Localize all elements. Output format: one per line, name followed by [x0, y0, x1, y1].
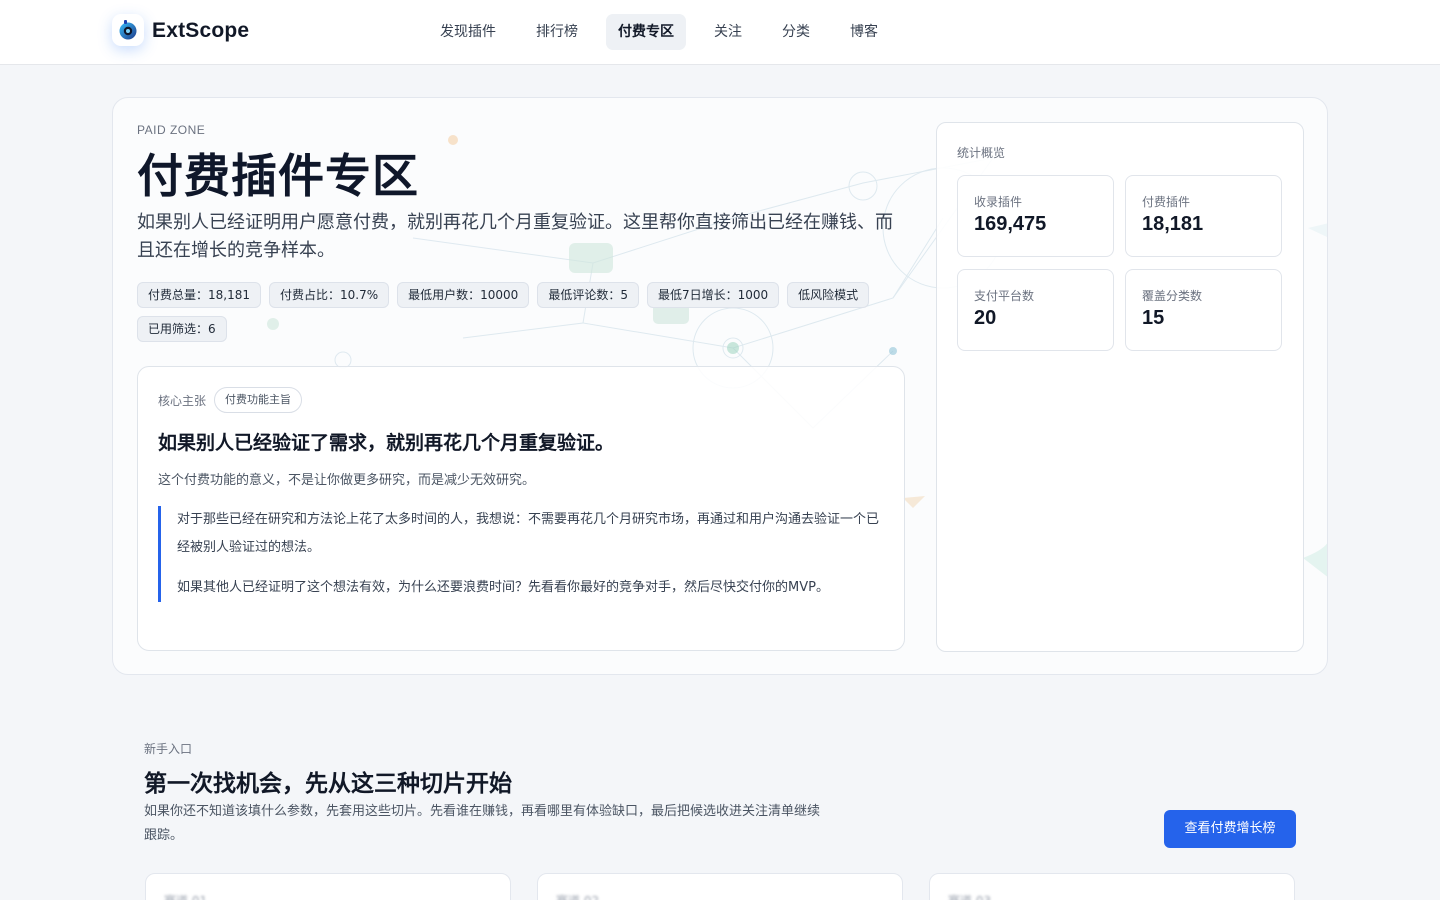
section-title: 第一次找机会，先从这三种切片开始	[144, 771, 512, 797]
thesis-title: 如果别人已经验证了需求，就别再花几个月重复验证。	[158, 432, 615, 454]
section-description: 如果你还不知道该填什么参数，先套用这些切片。先看谁在赚钱，再看哪里有体验缺口，最…	[144, 804, 821, 843]
chip-paid-ratio[interactable]: 付费占比：10.7%	[269, 282, 390, 308]
nav-item-categories[interactable]: 分类	[770, 14, 822, 50]
stat-value: 20	[974, 307, 997, 329]
nav-item-rankings[interactable]: 排行榜	[524, 14, 590, 50]
stats-title: 统计概览	[957, 146, 1006, 160]
view-paid-growth-ranking-button[interactable]: 查看付费增长榜	[1164, 810, 1296, 848]
quote-paragraph: 如果其他人已经证明了这个想法有效，为什么还要浪费时间？先看看你最好的竞争对手，然…	[177, 580, 829, 595]
stat-label: 收录插件	[974, 195, 1023, 209]
chip-min-reviews[interactable]: 最低评论数：5	[537, 282, 639, 308]
stat-value: 169,475	[974, 213, 1047, 235]
top-navigation-bar: ExtScope 发现插件 排行榜 付费专区 关注 分类 博客	[0, 0, 1440, 65]
hero-description: 如果别人已经证明用户愿意付费，就别再花几个月重复验证。这里帮你直接筛出已经在赚钱…	[137, 212, 893, 261]
chip-min-7d-growth[interactable]: 最低7日增长：1000	[646, 282, 780, 308]
stat-value: 15	[1142, 307, 1165, 329]
thesis-badge: 付费功能主旨	[214, 387, 303, 413]
quote-paragraph: 对于那些已经在研究和方法论上花了太多时间的人，我想说：不需要再花几个月研究市场，…	[177, 512, 880, 555]
nav-item-paid-zone[interactable]: 付费专区	[606, 14, 686, 50]
slice-label: 赛道 02	[556, 892, 599, 900]
chip-min-users[interactable]: 最低用户数：10000	[397, 282, 530, 308]
stat-label: 付费插件	[1142, 195, 1191, 209]
thesis-quote: 对于那些已经在研究和方法论上花了太多时间的人，我想说：不需要再花几个月研究市场，…	[158, 506, 888, 602]
stat-label: 覆盖分类数	[1142, 289, 1203, 303]
slice-label: 赛道 03	[948, 892, 991, 900]
core-thesis-card: 核心主张 付费功能主旨 如果别人已经验证了需求，就别再花几个月重复验证。 这个付…	[137, 366, 905, 651]
thesis-header: 核心主张 付费功能主旨	[158, 387, 303, 413]
stat-card-paid-plugins: 付费插件 18,181	[1125, 175, 1282, 257]
brand-logo[interactable]	[112, 14, 144, 46]
chip-paid-total[interactable]: 付费总量：18,181	[137, 282, 261, 308]
section-eyebrow: 新手入口	[144, 742, 193, 756]
chip-filters-applied[interactable]: 已用筛选：6	[137, 316, 227, 342]
nav-item-discover[interactable]: 发现插件	[428, 14, 508, 50]
stat-label: 支付平台数	[974, 289, 1035, 303]
telescope-icon	[119, 20, 137, 40]
hero-eyebrow: PAID ZONE	[137, 123, 206, 137]
thesis-kicker: 核心主张	[158, 393, 207, 408]
thesis-subtitle: 这个付费功能的意义，不是让你做更多研究，而是减少无效研究。	[158, 473, 536, 488]
nav-item-blog[interactable]: 博客	[838, 14, 890, 50]
main-nav: 发现插件 排行榜 付费专区 关注 分类 博客	[428, 14, 906, 50]
nav-item-following[interactable]: 关注	[702, 14, 754, 50]
brand-name[interactable]: ExtScope	[152, 19, 249, 43]
slice-card[interactable]: 赛道 02	[537, 873, 903, 900]
stats-overview-panel: 统计概览 收录插件 169,475 付费插件 18,181 支付平台数 20 覆…	[936, 122, 1304, 652]
slice-card[interactable]: 赛道 01	[145, 873, 511, 900]
paid-zone-hero: PAID ZONE 付费插件专区 如果别人已经证明用户愿意付费，就别再花几个月重…	[112, 97, 1328, 675]
slice-card[interactable]: 赛道 03	[929, 873, 1295, 900]
page-title: 付费插件专区	[137, 149, 419, 203]
slice-label: 赛道 01	[164, 892, 207, 900]
chip-low-risk-mode[interactable]: 低风险模式	[787, 282, 870, 308]
stat-card-payment-platforms: 支付平台数 20	[957, 269, 1114, 351]
active-filter-chips: 付费总量：18,181 付费占比：10.7% 最低用户数：10000 最低评论数…	[137, 282, 897, 342]
stat-value: 18,181	[1142, 213, 1204, 235]
stat-card-total-plugins: 收录插件 169,475	[957, 175, 1114, 257]
stat-card-categories-covered: 覆盖分类数 15	[1125, 269, 1282, 351]
